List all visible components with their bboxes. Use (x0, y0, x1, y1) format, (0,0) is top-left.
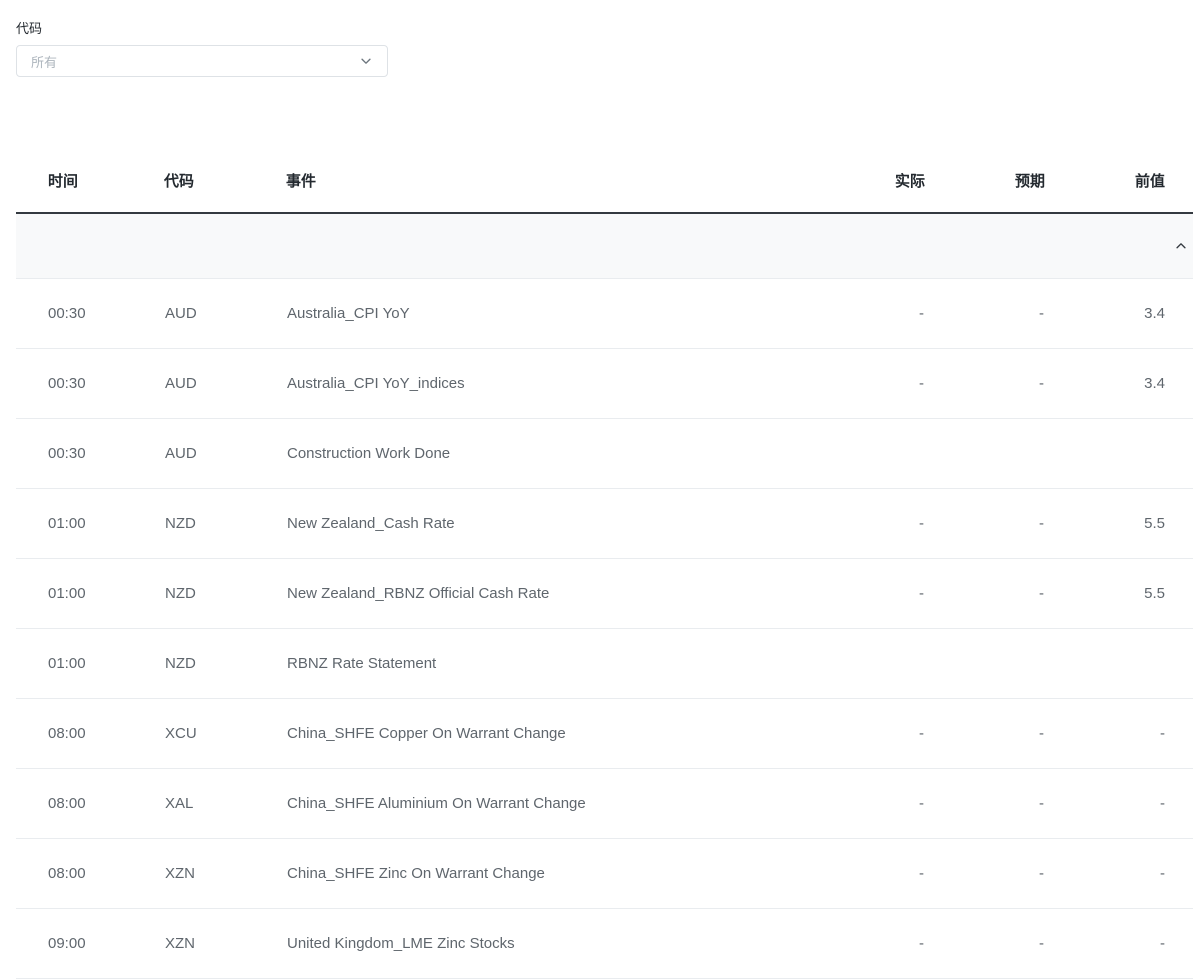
cell-actual: - (805, 698, 925, 768)
cell-previous: 3.4 (1045, 348, 1193, 418)
cell-event: China_SHFE Copper On Warrant Change (286, 698, 805, 768)
table-header-row: 时间 代码 事件 实际 预期 前值 (16, 149, 1193, 213)
cell-code: XAL (164, 768, 286, 838)
cell-expected (925, 628, 1045, 698)
table-row[interactable]: 01:00 NZD New Zealand_Cash Rate - - 5.5 (16, 488, 1193, 558)
cell-actual: - (805, 348, 925, 418)
cell-expected: - (925, 278, 1045, 348)
cell-actual: - (805, 488, 925, 558)
table-row[interactable]: 00:30 AUD Australia_CPI YoY_indices - - … (16, 348, 1193, 418)
cell-previous: 5.5 (1045, 488, 1193, 558)
cell-time: 08:00 (16, 768, 164, 838)
cell-expected: - (925, 838, 1045, 908)
table-row[interactable]: 08:00 XCU China_SHFE Copper On Warrant C… (16, 698, 1193, 768)
group-header-row (16, 213, 1193, 278)
cell-actual: - (805, 558, 925, 628)
cell-actual: - (805, 838, 925, 908)
cell-previous (1045, 628, 1193, 698)
cell-event: China_SHFE Aluminium On Warrant Change (286, 768, 805, 838)
code-select-value: 所有 (31, 52, 57, 71)
table-row[interactable]: 00:30 AUD Australia_CPI YoY - - 3.4 (16, 278, 1193, 348)
chevron-down-icon (359, 54, 373, 68)
cell-time: 01:00 (16, 628, 164, 698)
col-header-actual: 实际 (805, 149, 925, 213)
cell-time: 08:00 (16, 838, 164, 908)
col-header-code: 代码 (164, 149, 286, 213)
table-row[interactable]: 08:00 XZN China_SHFE Zinc On Warrant Cha… (16, 838, 1193, 908)
cell-time: 01:00 (16, 488, 164, 558)
cell-expected: - (925, 488, 1045, 558)
col-header-time: 时间 (16, 149, 164, 213)
col-header-expected: 预期 (925, 149, 1045, 213)
table-row[interactable]: 01:00 NZD RBNZ Rate Statement (16, 628, 1193, 698)
cell-actual (805, 628, 925, 698)
cell-previous: 3.4 (1045, 278, 1193, 348)
group-band-spacer (16, 213, 1045, 278)
cell-expected: - (925, 768, 1045, 838)
events-table: 时间 代码 事件 实际 预期 前值 00:3 (16, 149, 1193, 979)
cell-code: XZN (164, 838, 286, 908)
cell-actual: - (805, 768, 925, 838)
col-header-previous: 前值 (1045, 149, 1193, 213)
cell-code: NZD (164, 488, 286, 558)
cell-time: 00:30 (16, 418, 164, 488)
code-select[interactable]: 所有 (16, 45, 388, 77)
cell-previous: - (1045, 768, 1193, 838)
cell-expected: - (925, 558, 1045, 628)
cell-code: XCU (164, 698, 286, 768)
code-filter-label: 代码 (16, 18, 1200, 37)
cell-actual (805, 418, 925, 488)
table-row[interactable]: 01:00 NZD New Zealand_RBNZ Official Cash… (16, 558, 1193, 628)
cell-event: Construction Work Done (286, 418, 805, 488)
cell-expected: - (925, 908, 1045, 978)
cell-event: Australia_CPI YoY_indices (286, 348, 805, 418)
cell-previous (1045, 418, 1193, 488)
chevron-up-icon[interactable] (1169, 234, 1193, 258)
table-row[interactable]: 00:30 AUD Construction Work Done (16, 418, 1193, 488)
cell-time: 08:00 (16, 698, 164, 768)
cell-previous: 5.5 (1045, 558, 1193, 628)
cell-code: NZD (164, 628, 286, 698)
cell-code: AUD (164, 418, 286, 488)
cell-code: AUD (164, 278, 286, 348)
cell-time: 00:30 (16, 348, 164, 418)
cell-code: AUD (164, 348, 286, 418)
cell-expected (925, 418, 1045, 488)
cell-previous: - (1045, 838, 1193, 908)
cell-actual: - (805, 908, 925, 978)
cell-time: 01:00 (16, 558, 164, 628)
table-row[interactable]: 08:00 XAL China_SHFE Aluminium On Warran… (16, 768, 1193, 838)
col-header-event: 事件 (286, 149, 805, 213)
cell-previous: - (1045, 908, 1193, 978)
cell-previous: - (1045, 698, 1193, 768)
cell-code: XZN (164, 908, 286, 978)
cell-actual: - (805, 278, 925, 348)
cell-event: RBNZ Rate Statement (286, 628, 805, 698)
code-filter: 代码 所有 (16, 18, 1200, 77)
cell-expected: - (925, 348, 1045, 418)
cell-expected: - (925, 698, 1045, 768)
cell-event: New Zealand_Cash Rate (286, 488, 805, 558)
cell-event: New Zealand_RBNZ Official Cash Rate (286, 558, 805, 628)
cell-event: China_SHFE Zinc On Warrant Change (286, 838, 805, 908)
cell-code: NZD (164, 558, 286, 628)
cell-event: United Kingdom_LME Zinc Stocks (286, 908, 805, 978)
cell-event: Australia_CPI YoY (286, 278, 805, 348)
page: 代码 所有 时间 代码 事件 实际 预期 前值 (0, 0, 1200, 979)
table-row[interactable]: 09:00 XZN United Kingdom_LME Zinc Stocks… (16, 908, 1193, 978)
cell-time: 09:00 (16, 908, 164, 978)
cell-time: 00:30 (16, 278, 164, 348)
